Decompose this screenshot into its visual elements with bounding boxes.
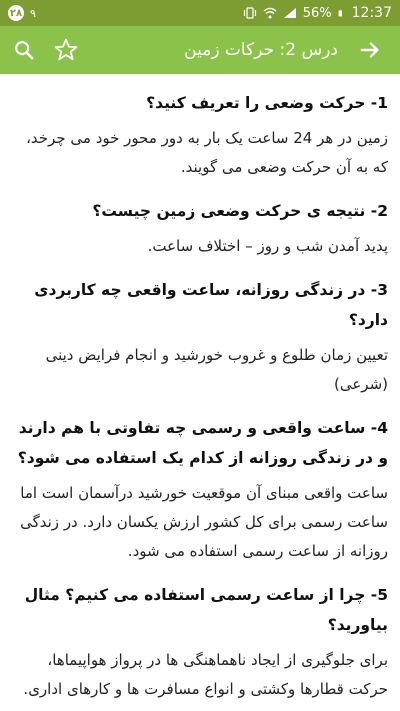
status-left: ۲۸ ۹ [8,5,36,21]
arrow-right-icon [360,42,379,58]
answer-text: ساعت واقعی مبنای آن موقعیت خورشید درآسما… [20,484,388,560]
qa-item: 2- نتیجه ی حرکت وضعی زمین چیست؟ پدید آمد… [14,196,388,261]
question-text: 5- چرا از ساعت رسمی استفاده می کنیم؟ مثا… [24,586,388,634]
battery-icon [338,9,342,17]
signal-icon [283,8,296,18]
question-text: 1- حرکت وضعی را تعریف کنید؟ [146,94,388,112]
notification-badge: ۲۸ [8,5,24,21]
notification-indicator: ۹ [30,6,36,20]
answer-text: زمین در هر 24 ساعت یک بار به دور محور خو… [26,129,388,176]
wifi-icon [263,7,277,19]
status-bar: ۲۸ ۹ 56% 12:37 [0,0,400,26]
app-bar-actions [6,32,84,68]
star-outline-icon [54,38,78,61]
qa-item: 5- چرا از ساعت رسمی استفاده می کنیم؟ مثا… [14,580,388,704]
clock: 12:37 [351,5,392,21]
battery-percent: 56% [302,5,332,21]
vibrate-icon [243,7,256,19]
qa-item: 4- ساعت واقعی و رسمی چه تفاوتی با هم دار… [14,413,388,566]
app-bar: درس 2: حرکات زمین [0,26,400,74]
question-text: 4- ساعت واقعی و رسمی چه تفاوتی با هم دار… [17,419,388,467]
answer-text: پدید آمدن شب و روز – اختلاف ساعت. [147,237,388,255]
back-button[interactable] [352,32,388,68]
page-title: درس 2: حرکات زمین [184,40,338,60]
answer-text: برای جلوگیری از ایجاد ناهماهنگی ها در پر… [23,651,388,698]
qa-item: 3- در زندگی روزانه، ساعت واقعی چه کاربرد… [14,275,388,399]
qa-item: 1- حرکت وضعی را تعریف کنید؟ زمین در هر 2… [14,88,388,182]
app-bar-title-group: درس 2: حرکات زمین [184,32,388,68]
answer-text: تعیین زمان طلوع و غروب خورشید و انجام فر… [45,346,388,393]
question-text: 2- نتیجه ی حرکت وضعی زمین چیست؟ [92,202,388,220]
status-right: 56% 12:37 [243,5,392,21]
favorite-button[interactable] [48,32,84,68]
search-icon [15,41,34,60]
search-button[interactable] [6,32,42,68]
question-text: 3- در زندگی روزانه، ساعت واقعی چه کاربرد… [34,281,388,329]
lesson-content[interactable]: 1- حرکت وضعی را تعریف کنید؟ زمین در هر 2… [0,74,400,711]
